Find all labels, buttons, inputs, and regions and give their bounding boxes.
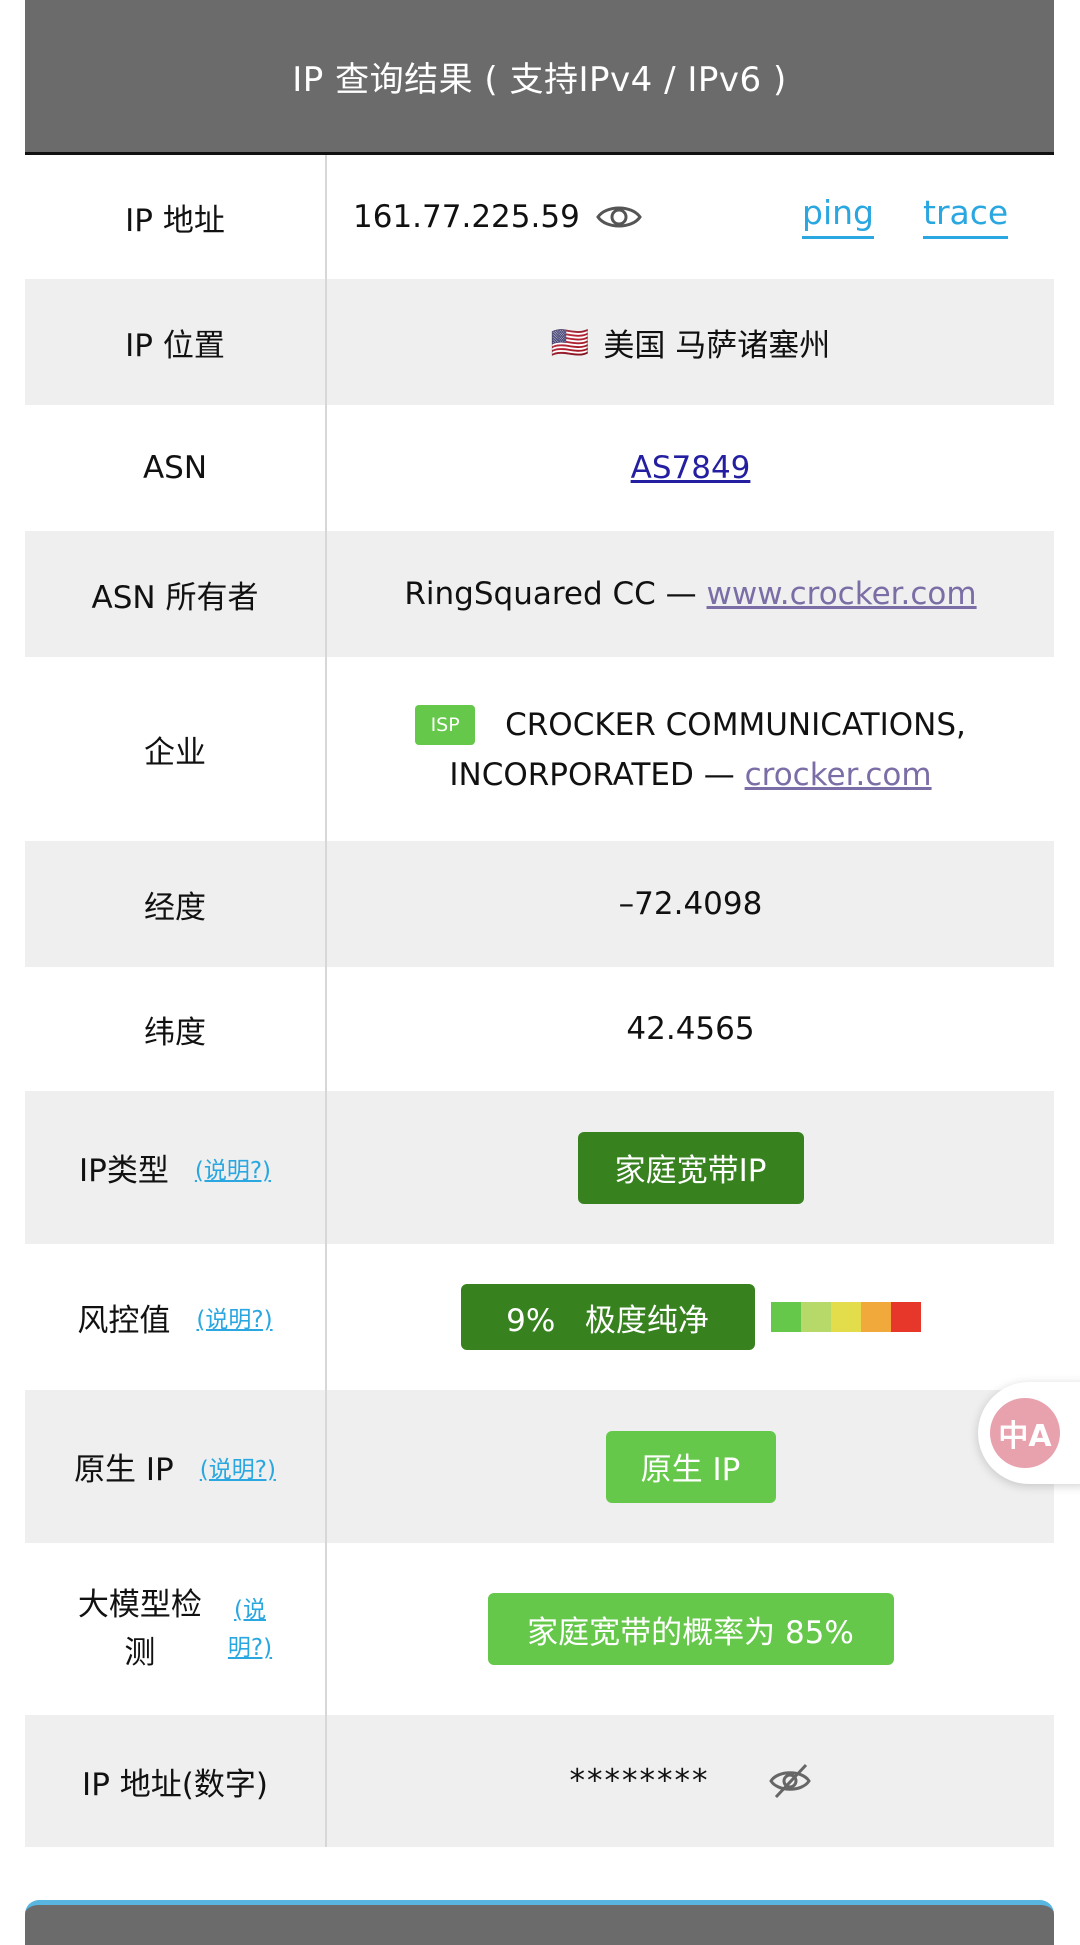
value-ip-location: 🇺🇸 美国 马萨诸塞州 [327,279,1054,405]
native-ip-help-link[interactable]: (说明?) [200,1450,276,1484]
value-latitude: 42.4565 [626,1011,755,1047]
risk-scale-segment [890,1302,921,1332]
page-header: IP 查询结果 ( 支持IPv4 / IPv6 ) [25,0,1054,155]
label-asn-owner: ASN 所有者 [25,531,327,657]
asn-owner-name: RingSquared CC — [404,576,707,612]
company-name-line1: CROCKER COMMUNICATIONS, [505,707,966,743]
label-longitude: 经度 [25,841,327,967]
label-ip-numeric: IP 地址(数字) [25,1715,327,1847]
translate-icon: 中A [990,1398,1060,1468]
label-ip-type: IP类型 (说明?) [25,1091,327,1244]
translate-button[interactable]: 中A [978,1382,1080,1484]
value-native-ip: 原生 IP [327,1390,1054,1543]
ip-address-text: 161.77.225.59 [353,199,580,235]
trace-link[interactable]: trace [923,193,1009,239]
row-asn-owner: ASN 所有者 RingSquared CC — www.crocker.com [25,531,1054,657]
value-longitude: –72.4098 [618,886,763,922]
ip-numeric-masked: ******** [569,1763,710,1799]
risk-scale-segment [830,1302,861,1332]
native-ip-label-text: 原生 IP [74,1452,174,1488]
native-ip-badge: 原生 IP [605,1430,776,1503]
company-name-line2: INCORPORATED — [449,757,745,793]
llm-label-line2: 测 [124,1635,156,1671]
value-ip-type: 家庭宽带IP [327,1091,1054,1244]
value-llm-detection: 家庭宽带的概率为 85% [327,1543,1054,1715]
row-ip-location: IP 位置 🇺🇸 美国 马萨诸塞州 [25,279,1054,405]
ip-type-help-link[interactable]: (说明?) [195,1151,271,1185]
risk-scale-segment [860,1302,891,1332]
risk-badge: 9% 极度纯净 [460,1284,755,1350]
isp-badge: ISP [415,705,476,745]
label-ip-location: IP 位置 [25,279,327,405]
label-native-ip: 原生 IP (说明?) [25,1390,327,1543]
llm-badge: 家庭宽带的概率为 85% [487,1593,894,1665]
risk-scale [770,1302,921,1332]
ip-type-badge: 家庭宽带IP [577,1131,804,1204]
location-text: 美国 马萨诸塞州 [603,327,831,364]
eye-icon[interactable] [595,202,642,232]
row-ip-numeric: IP 地址(数字) ******** [25,1715,1054,1847]
row-risk: 风控值 (说明?) 9% 极度纯净 [25,1244,1054,1390]
ip-result-table: IP 地址 161.77.225.59 ping trace IP 位置 🇺🇸 … [25,155,1054,1847]
ip-type-label-text: IP类型 [79,1153,169,1189]
row-latitude: 纬度 42.4565 [25,967,1054,1091]
label-latitude: 纬度 [25,967,327,1091]
label-asn: ASN [25,405,327,531]
risk-scale-segment [770,1302,801,1332]
eye-off-icon[interactable] [768,1761,812,1801]
row-longitude: 经度 –72.4098 [25,841,1054,967]
asn-owner-link[interactable]: www.crocker.com [707,576,977,612]
label-ip-address: IP 地址 [25,155,327,279]
asn-link[interactable]: AS7849 [631,450,751,486]
label-company: 企业 [25,657,327,841]
risk-help-link[interactable]: (说明?) [196,1300,272,1334]
bottom-bar [25,1900,1054,1945]
risk-label-text: 风控值 [77,1302,171,1339]
risk-scale-segment [800,1302,831,1332]
value-asn: AS7849 [327,405,1054,531]
row-ip-type: IP类型 (说明?) 家庭宽带IP [25,1091,1054,1244]
value-ip-numeric: ******** [327,1715,1054,1847]
ping-link[interactable]: ping [802,193,874,239]
row-llm-detection: 大模型检 测 (说 明?) 家庭宽带的概率为 85% [25,1543,1054,1715]
label-risk: 风控值 (说明?) [25,1244,327,1390]
page-title: IP 查询结果 ( 支持IPv4 / IPv6 ) [292,59,787,100]
row-asn: ASN AS7849 [25,405,1054,531]
value-asn-owner: RingSquared CC — www.crocker.com [327,531,1054,657]
row-native-ip: 原生 IP (说明?) 原生 IP [25,1390,1054,1543]
row-ip-address: IP 地址 161.77.225.59 ping trace [25,155,1054,279]
label-llm-detection: 大模型检 测 (说 明?) [25,1543,327,1715]
llm-label-line1: 大模型检 [77,1587,202,1623]
value-ip-address: 161.77.225.59 ping trace [327,155,1054,279]
value-company: ISP CROCKER COMMUNICATIONS, INCORPORATED… [327,657,1054,841]
value-risk: 9% 极度纯净 [327,1244,1054,1390]
row-company: 企业 ISP CROCKER COMMUNICATIONS, INCORPORA… [25,657,1054,841]
company-link[interactable]: crocker.com [745,757,932,793]
llm-help-link[interactable]: (说 明?) [228,1591,272,1667]
us-flag-icon: 🇺🇸 [550,324,590,361]
